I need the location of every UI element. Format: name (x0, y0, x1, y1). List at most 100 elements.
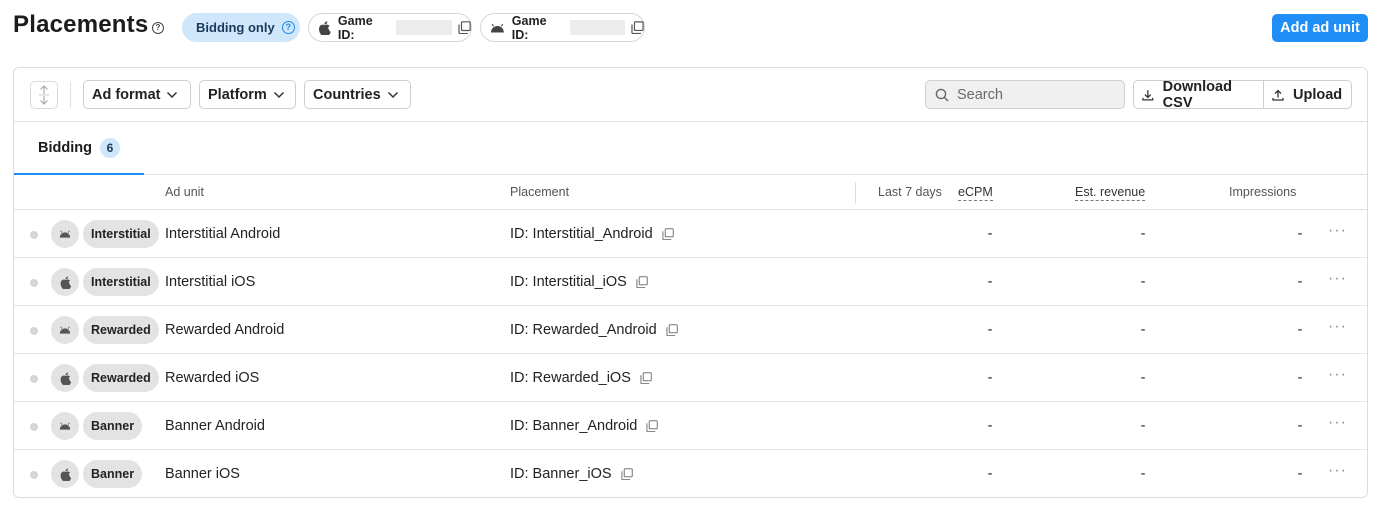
ad-unit-name[interactable]: Rewarded Android (165, 322, 284, 338)
table-row[interactable]: Interstitial Interstitial iOS ID: Intersti… (14, 258, 1367, 306)
help-icon[interactable]: ? (152, 22, 164, 34)
revenue-value: - (1140, 466, 1146, 482)
download-csv-button[interactable]: Download CSV (1134, 78, 1264, 111)
impressions-value: - (1297, 274, 1303, 290)
copy-icon[interactable] (636, 276, 648, 288)
placements-card: Ad format Platform Countries Download CS… (13, 67, 1368, 498)
status-dot (30, 279, 38, 287)
impressions-value: - (1297, 322, 1303, 338)
copy-icon[interactable] (666, 324, 678, 336)
ecpm-value: - (987, 226, 993, 242)
ad-format-dropdown[interactable]: Ad format (83, 80, 191, 109)
ad-unit-name[interactable]: Interstitial Android (165, 226, 280, 242)
column-est-revenue[interactable]: Est. revenue (1075, 185, 1146, 201)
placement-id-text: ID: Interstitial_iOS (510, 274, 627, 290)
table-row[interactable]: Banner Banner iOS ID: Banner_iOS - - - ··· (14, 450, 1367, 497)
copy-icon[interactable] (662, 228, 674, 240)
apple-icon (60, 276, 71, 289)
status-dot (30, 375, 38, 383)
placement-id-text: ID: Rewarded_iOS (510, 370, 631, 386)
toolbar-divider (70, 82, 71, 108)
impressions-value: - (1297, 466, 1303, 482)
tab-bar: Bidding 6 (14, 123, 1367, 175)
tab-bidding-label: Bidding (38, 140, 92, 156)
more-options-icon[interactable]: ··· (1328, 366, 1347, 384)
ad-unit-name[interactable]: Interstitial iOS (165, 274, 255, 290)
bidding-only-badge[interactable]: Bidding only ? (182, 13, 300, 42)
add-ad-unit-button[interactable]: Add ad unit (1272, 14, 1368, 42)
copy-icon[interactable] (631, 21, 644, 34)
ad-format-chip: Interstitial (83, 268, 159, 296)
impressions-value: - (1297, 370, 1303, 386)
countries-label: Countries (313, 86, 381, 103)
ad-format-label: Ad format (92, 86, 161, 103)
column-placement[interactable]: Placement (510, 185, 569, 199)
platform-badge (51, 220, 79, 248)
revenue-value: - (1140, 226, 1146, 242)
ad-unit-name[interactable]: Rewarded iOS (165, 370, 259, 386)
copy-icon[interactable] (620, 468, 633, 480)
chevron-down-icon (273, 91, 284, 98)
impressions-value: - (1297, 226, 1303, 242)
search-box[interactable] (925, 80, 1125, 109)
placement-id-text: ID: Interstitial_Android (510, 226, 653, 242)
tab-bidding[interactable]: Bidding 6 (14, 123, 144, 175)
ad-format-chip: Interstitial (83, 220, 159, 248)
ad-format-chip: Banner (83, 412, 143, 440)
apple-icon (60, 468, 71, 481)
more-options-icon[interactable]: ··· (1328, 270, 1347, 288)
column-ad-unit[interactable]: Ad unit (165, 185, 204, 199)
copy-icon[interactable] (458, 21, 471, 34)
download-csv-label: Download CSV (1162, 78, 1232, 111)
revenue-value: - (1140, 370, 1146, 386)
column-ecpm[interactable]: eCPM (958, 185, 993, 201)
ad-unit-name[interactable]: Banner Android (165, 418, 265, 434)
upload-label: Upload (1293, 86, 1343, 103)
upload-button[interactable]: Upload (1264, 81, 1342, 108)
revenue-value: - (1140, 418, 1146, 434)
upload-icon (1272, 89, 1284, 101)
copy-icon[interactable] (640, 372, 652, 384)
revenue-value: - (1140, 274, 1146, 290)
ad-format-chip: Rewarded (83, 316, 159, 344)
table-row[interactable]: Rewarded Rewarded Android ID: Rewarded_And… (14, 306, 1367, 354)
android-icon (490, 23, 504, 32)
table-row[interactable]: Banner Banner Android ID: Banner_Android - -… (14, 402, 1367, 450)
android-icon (59, 230, 71, 238)
apple-icon (319, 20, 331, 35)
count-badge: 6 (99, 138, 120, 158)
placement-id: ID: Rewarded_iOS (510, 370, 652, 386)
game-id-label: Game ID: (511, 13, 547, 42)
placement-id: ID: Interstitial_Android (510, 226, 674, 242)
chevron-down-icon (167, 91, 178, 98)
table-row[interactable]: Interstitial Interstitial Android ID: Inte… (14, 210, 1367, 258)
column-impressions[interactable]: Impressions (1229, 185, 1296, 199)
ad-unit-name[interactable]: Banner iOS (165, 466, 240, 482)
game-id-value (569, 20, 626, 35)
placement-id: ID: Banner_Android (510, 418, 659, 434)
platform-badge (51, 316, 79, 344)
countries-dropdown[interactable]: Countries (304, 80, 411, 109)
placement-id: ID: Interstitial_iOS (510, 274, 648, 290)
more-options-icon[interactable]: ··· (1328, 414, 1347, 432)
status-dot (30, 327, 38, 335)
revenue-value: - (1140, 322, 1146, 338)
android-icon (59, 422, 71, 430)
copy-icon[interactable] (646, 420, 659, 432)
status-dot (30, 231, 38, 239)
search-input[interactable] (957, 86, 1107, 103)
table-header: Ad unit Placement Last 7 days eCPM Est. … (14, 175, 1367, 210)
more-options-icon[interactable]: ··· (1328, 462, 1347, 480)
platform-dropdown[interactable]: Platform (199, 80, 296, 109)
table-row[interactable]: Rewarded Rewarded iOS ID: Rewarded_iOS - - - ·… (14, 354, 1367, 402)
more-options-icon[interactable]: ··· (1328, 318, 1347, 336)
column-divider (855, 182, 856, 204)
placement-id-text: ID: Rewarded_Android (510, 322, 657, 338)
info-icon[interactable]: ? (281, 21, 295, 34)
chevron-down-icon (387, 91, 398, 98)
game-id-value (396, 20, 453, 35)
sort-button[interactable] (30, 81, 58, 109)
game-id-ios: Game ID: (308, 13, 472, 42)
impressions-value: - (1297, 418, 1303, 434)
more-options-icon[interactable]: ··· (1328, 222, 1347, 240)
